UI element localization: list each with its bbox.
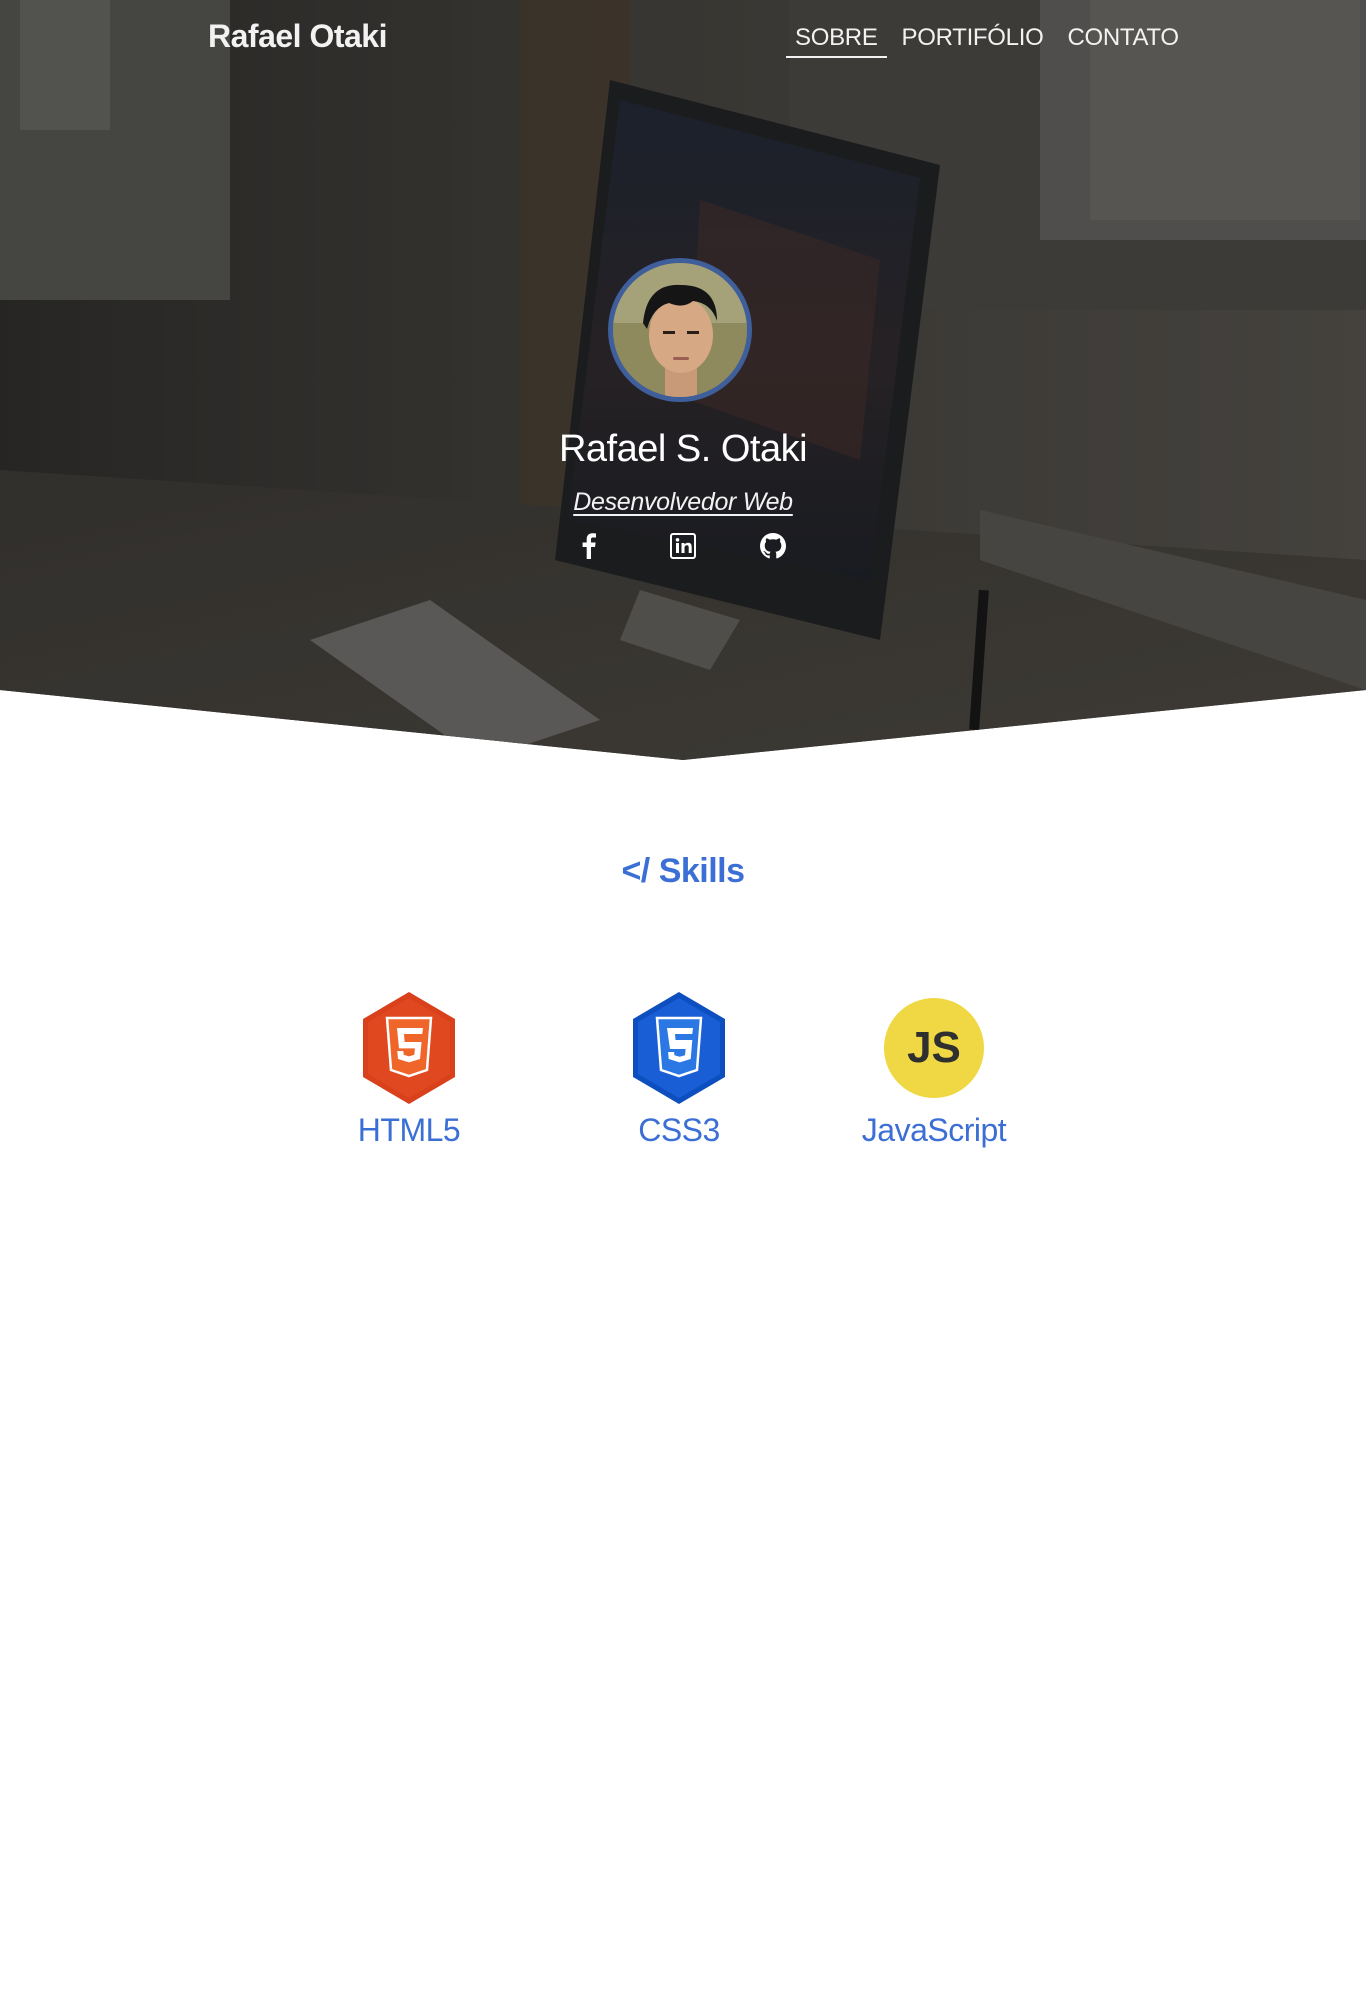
skill-label: HTML5 (357, 1112, 461, 1148)
css3-icon (633, 992, 725, 1104)
skill-icon-wrapper (629, 990, 729, 1106)
nav-link-portifolio[interactable]: PORTIFÓLIO (893, 22, 1053, 58)
top-navbar: Rafael Otaki SOBRE PORTIFÓLIO CONTATO (0, 0, 1366, 80)
hero-section: Rafael Otaki SOBRE PORTIFÓLIO CONTATO Ra… (0, 0, 1366, 760)
javascript-icon: JS (884, 998, 984, 1098)
skill-icon-wrapper: JS (884, 990, 984, 1106)
skill-icon-wrapper (359, 990, 459, 1106)
facebook-link[interactable] (573, 530, 605, 562)
github-icon (760, 533, 786, 559)
profile-name: Rafael S. Otaki (558, 428, 808, 470)
linkedin-icon (670, 533, 696, 559)
skill-label: JavaScript (861, 1112, 1007, 1148)
github-link[interactable] (757, 530, 789, 562)
profile-avatar (608, 258, 752, 402)
svg-text:JS: JS (907, 1023, 961, 1072)
html5-icon (363, 992, 455, 1104)
brand-logo[interactable]: Rafael Otaki (208, 18, 387, 55)
skill-label: CSS3 (638, 1112, 720, 1148)
facebook-icon (582, 533, 596, 559)
avatar-photo (613, 263, 747, 397)
skill-card-css3: CSS3 (579, 990, 779, 1149)
skill-card-javascript: JS JavaScript (834, 990, 1034, 1149)
profile-role-text[interactable]: Desenvolvedor Web (573, 488, 793, 516)
linkedin-link[interactable] (667, 530, 699, 562)
skills-heading: </ Skills (621, 852, 745, 890)
skill-card-html5: HTML5 (309, 990, 509, 1149)
nav-link-contato[interactable]: CONTATO (1058, 22, 1187, 58)
nav-links: SOBRE PORTIFÓLIO CONTATO (786, 22, 1194, 58)
nav-link-sobre[interactable]: SOBRE (786, 22, 887, 58)
profile-role: Desenvolvedor Web (0, 488, 1366, 517)
social-links (573, 530, 793, 562)
